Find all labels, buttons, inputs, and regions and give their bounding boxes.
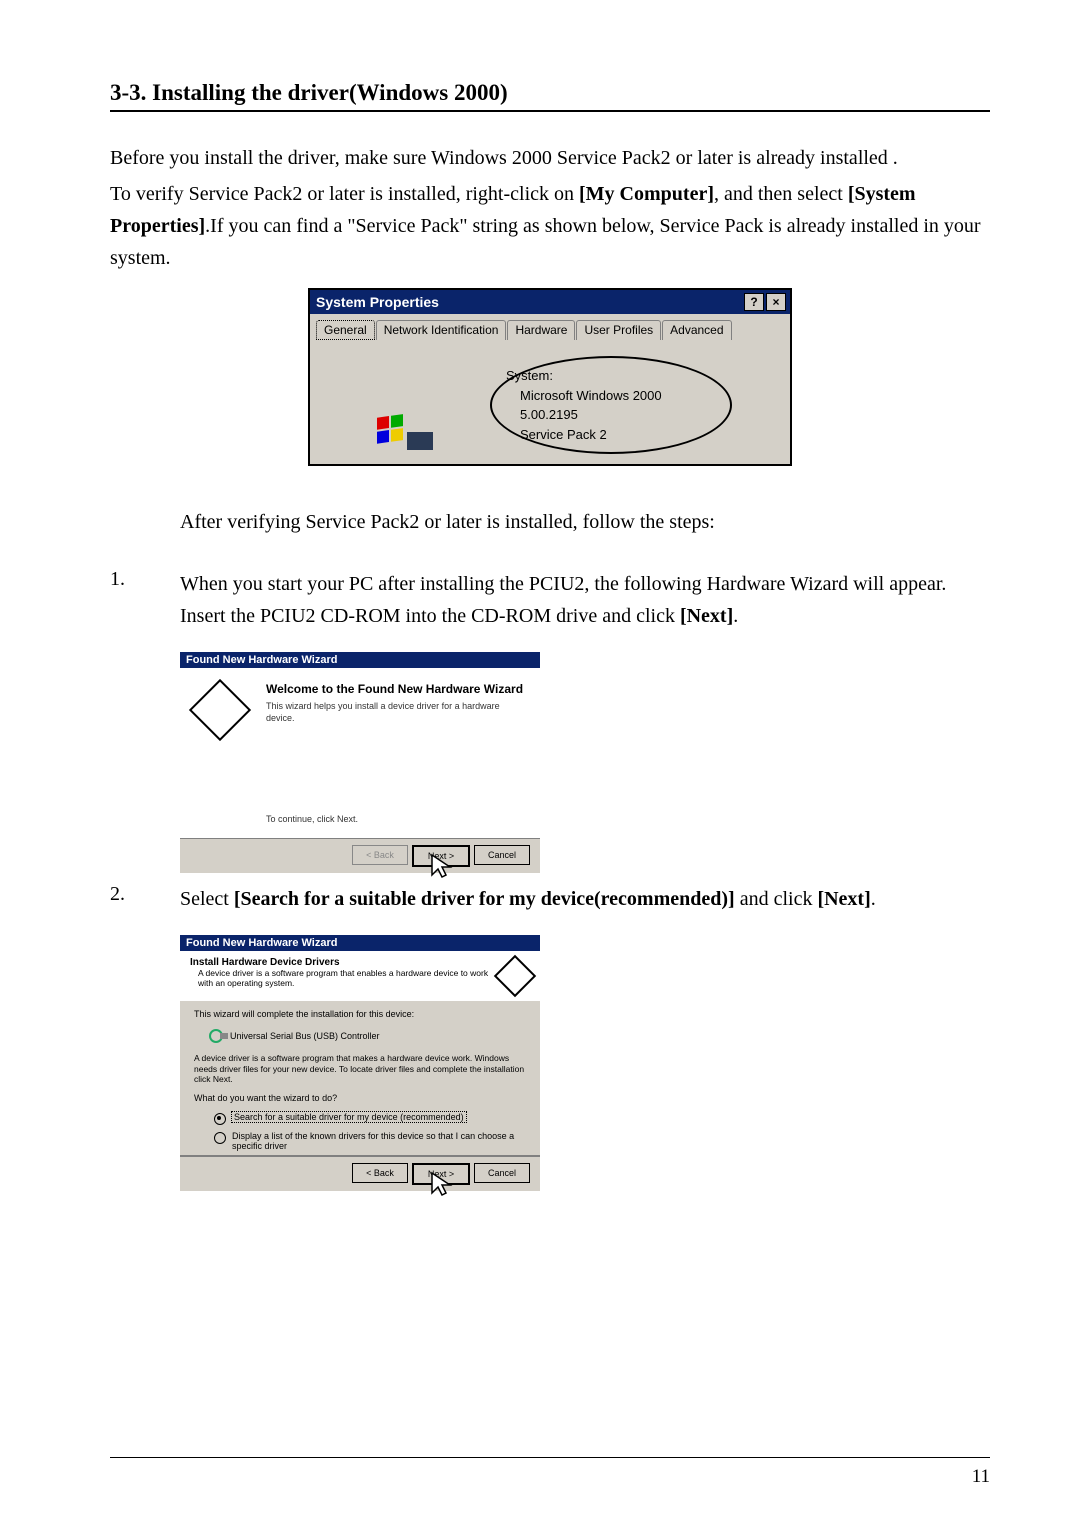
wizard2-question: What do you want the wizard to do? [194,1093,526,1103]
step-2-number: 2. [110,883,180,915]
tab-network-identification[interactable]: Network Identification [376,320,507,340]
wizard1-continue: To continue, click Next. [266,814,526,826]
tab-hardware[interactable]: Hardware [507,320,575,340]
tab-general[interactable]: General [316,320,375,340]
system-label: System: [506,366,716,386]
wizard2-sub: A device driver is a software program th… [190,968,496,988]
sysprop-tabs: General Network Identification Hardware … [310,314,790,340]
wizard2-title: Found New Hardware Wizard [180,935,540,951]
my-computer-label: [My Computer] [579,183,714,205]
radio-dot-icon [214,1132,226,1144]
radio-search-driver[interactable]: Search for a suitable driver for my devi… [214,1112,526,1125]
step-1-number: 1. [110,568,180,632]
intro-line1: Before you install the driver, make sure… [110,147,898,169]
step-1-text-b: . [733,605,738,627]
intro-line2b: , and then select [714,183,848,205]
wizard2-icon [494,955,536,997]
intro-line2a: To verify Service Pack2 or later is inst… [110,183,579,205]
page-number: 11 [972,1466,990,1488]
wizard2-cancel-button[interactable]: Cancel [474,1163,530,1183]
step-2: 2. Select [Search for a suitable driver … [110,883,990,915]
usb-controller-icon [208,1027,230,1045]
os-name: Microsoft Windows 2000 [520,386,716,406]
step-1: 1. When you start your PC after installi… [110,568,990,632]
wizard2-opt1: Search for a suitable driver for my devi… [232,1112,466,1122]
footer-rule [110,1457,990,1458]
os-version: 5.00.2195 [520,405,716,425]
wizard2-heading: Install Hardware Device Drivers [190,957,496,968]
wizard-icon [189,679,251,741]
wizard1-back-button: < Back [352,845,408,865]
wizard1-desc: This wizard helps you install a device d… [266,701,526,724]
after-verify-text: After verifying Service Pack2 or later i… [180,506,990,538]
close-button[interactable]: × [766,293,786,311]
wizard-welcome: Found New Hardware Wizard Welcome to the… [180,652,540,873]
wizard-install-drivers: Found New Hardware Wizard Install Hardwa… [180,935,540,1191]
step-2-search: [Search for a suitable driver for my dev… [234,888,735,910]
system-properties-window: System Properties ? × General Network Id… [308,288,792,466]
step-2-text-a: Select [180,888,234,910]
sysprop-titlebar: System Properties ? × [310,290,790,314]
tab-user-profiles[interactable]: User Profiles [576,320,661,340]
wizard1-cancel-button[interactable]: Cancel [474,845,530,865]
radio-display-list[interactable]: Display a list of the known drivers for … [214,1131,526,1151]
wizard1-next-button[interactable]: Next > [412,845,470,867]
wizard2-line1: This wizard will complete the installati… [194,1009,526,1019]
wizard2-desc2: A device driver is a software program th… [194,1053,526,1085]
step-2-text-c: . [871,888,876,910]
step-2-text-b: and click [735,888,818,910]
wizard1-heading: Welcome to the Found New Hardware Wizard [266,682,526,696]
service-pack: Service Pack 2 [520,425,716,445]
wizard2-next-button[interactable]: Next > [412,1163,470,1185]
sysprop-title: System Properties [316,294,439,310]
tab-advanced[interactable]: Advanced [662,320,731,340]
wizard2-opt2: Display a list of the known drivers for … [232,1131,526,1151]
step-2-next: [Next] [817,888,870,910]
radio-dot-selected-icon [214,1113,226,1125]
wizard2-device: Universal Serial Bus (USB) Controller [230,1031,380,1041]
section-heading: 3-3. Installing the driver(Windows 2000) [110,80,508,105]
wizard2-back-button[interactable]: < Back [352,1163,408,1183]
system-info-oval: System: Microsoft Windows 2000 5.00.2195… [490,356,732,454]
intro-paragraph: Before you install the driver, make sure… [110,142,990,274]
intro-line2c: .If you can find a "Service Pack" string… [110,215,981,269]
help-button[interactable]: ? [744,293,764,311]
step-1-next: [Next] [680,605,733,627]
step-1-text-a: When you start your PC after installing … [180,573,946,627]
wizard1-title: Found New Hardware Wizard [180,652,540,668]
windows-logo-icon [375,414,435,454]
